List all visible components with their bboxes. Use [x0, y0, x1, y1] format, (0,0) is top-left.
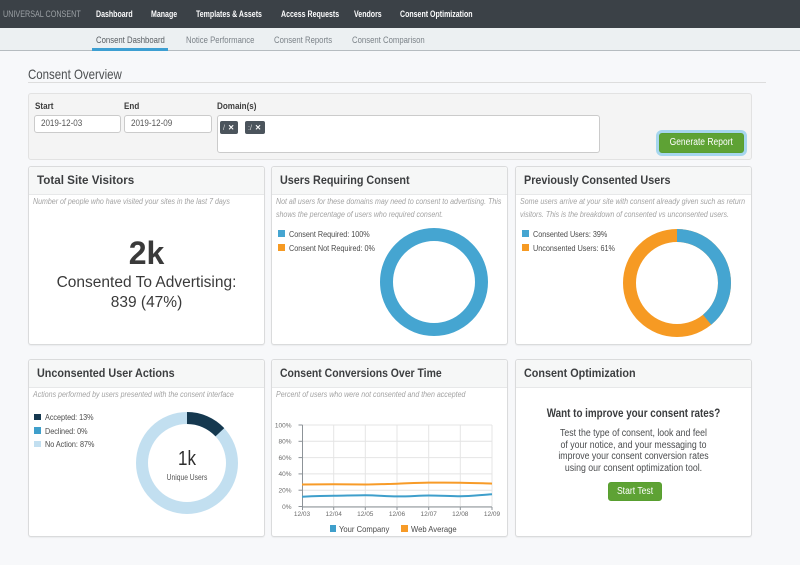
svg-text:60%: 60%	[278, 455, 291, 462]
svg-text:80%: 80%	[278, 439, 291, 446]
svg-text:40%: 40%	[278, 471, 291, 478]
svg-text:12/04: 12/04	[326, 511, 343, 518]
svg-text:0%: 0%	[282, 504, 292, 511]
svg-text:12/05: 12/05	[357, 511, 374, 518]
svg-text:12/06: 12/06	[389, 511, 406, 518]
svg-text:12/09: 12/09	[484, 511, 501, 518]
svg-text:12/03: 12/03	[294, 511, 311, 518]
svg-text:20%: 20%	[278, 488, 291, 495]
svg-text:12/08: 12/08	[452, 511, 469, 518]
svg-text:100%: 100%	[275, 422, 292, 429]
svg-text:12/07: 12/07	[421, 511, 438, 518]
